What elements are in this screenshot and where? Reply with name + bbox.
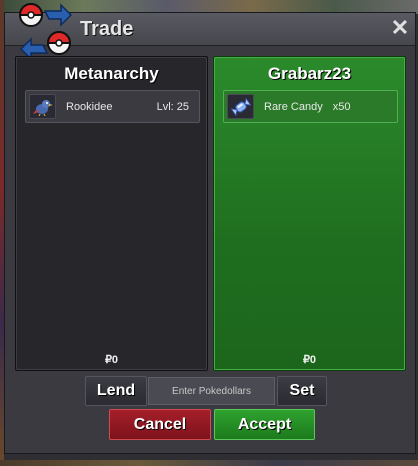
my-player-name: Metanarchy xyxy=(64,64,159,83)
pokeball-trade-logo-icon xyxy=(18,3,73,61)
trade-window: Trade ✕ Metanarchy Rookidee Lvl: 25 ₽0 G… xyxy=(4,3,416,454)
my-money-offer: ₽0 xyxy=(104,354,119,366)
rare-candy-icon xyxy=(227,94,254,119)
accept-button[interactable]: Accept xyxy=(214,409,315,440)
partner-money-offer: ₽0 xyxy=(302,354,317,366)
offer-item-level: Lvl: 25 xyxy=(156,100,189,113)
partner-item-slot[interactable]: Rare Candy x50 xyxy=(223,90,398,123)
close-button[interactable]: ✕ xyxy=(389,17,411,39)
cancel-button[interactable]: Cancel xyxy=(109,409,211,440)
window-title: Trade xyxy=(80,18,134,40)
lend-button[interactable]: Lend xyxy=(85,376,147,406)
pokedollars-input[interactable] xyxy=(148,377,275,405)
my-offer-panel: Metanarchy Rookidee Lvl: 25 ₽0 xyxy=(15,56,208,371)
partner-item-name: Rare Candy xyxy=(264,100,323,113)
partner-item-quantity: x50 xyxy=(332,100,351,113)
partner-player-name: Grabarz23 xyxy=(267,64,352,83)
background-scene-bottom xyxy=(0,460,418,466)
partner-offer-panel: Grabarz23 Rare Candy x50 ₽0 xyxy=(213,56,406,371)
set-money-button[interactable]: Set xyxy=(277,376,327,406)
offer-item-slot[interactable]: Rookidee Lvl: 25 xyxy=(25,90,200,123)
offer-item-name: Rookidee xyxy=(66,100,113,113)
rookidee-pokemon-icon xyxy=(29,94,56,119)
